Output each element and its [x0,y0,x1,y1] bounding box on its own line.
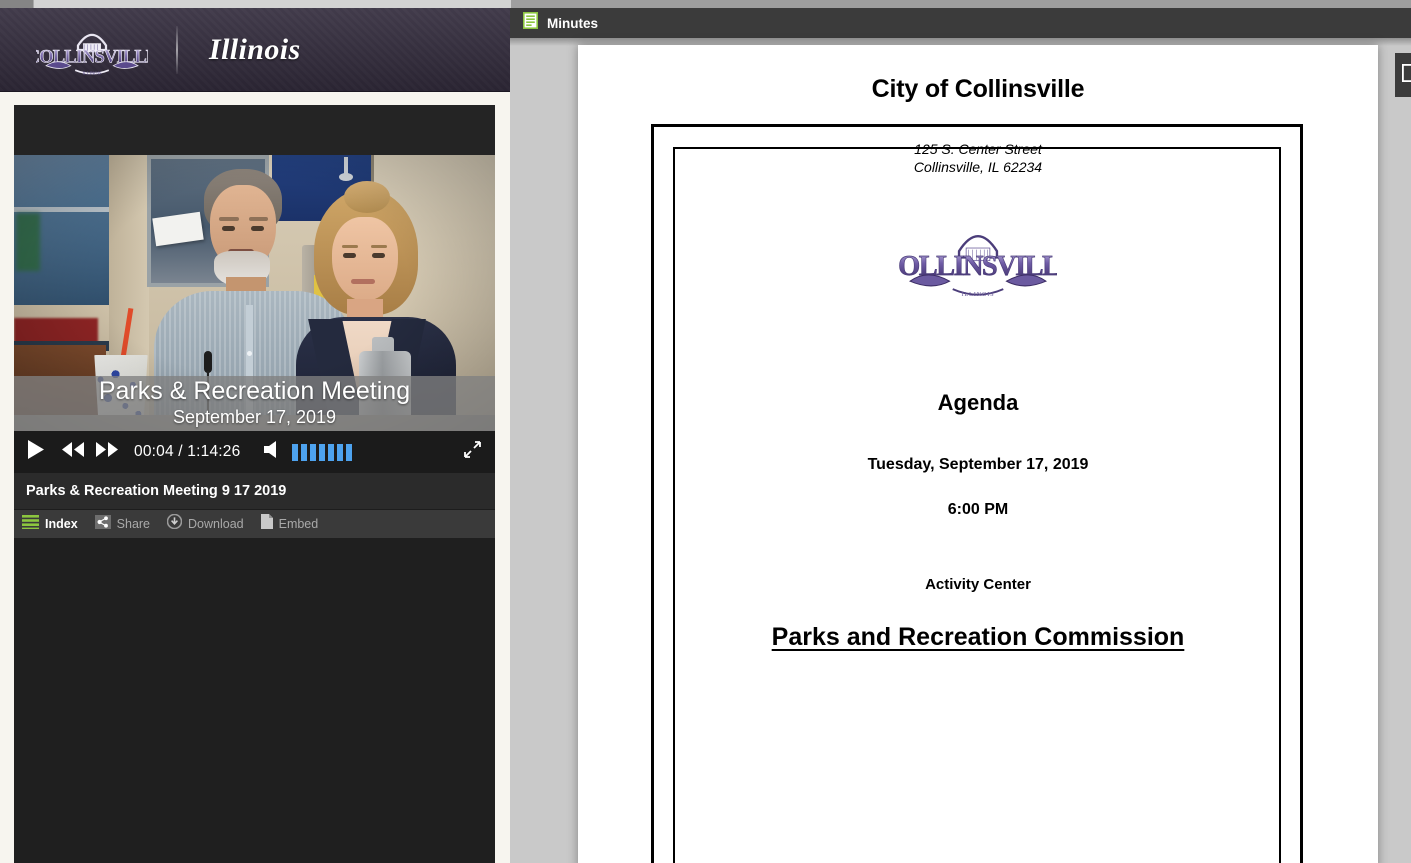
site-column: COLLINSVILLE ILLINOIS Illinois [0,8,510,863]
media-title: Parks & Recreation Meeting 9 17 2019 [26,483,287,499]
rewind-icon [62,442,84,462]
volume-segment [310,443,317,461]
site-header: COLLINSVILLE ILLINOIS Illinois [0,8,510,92]
video-caption-overlay: Parks & Recreation Meeting September 17,… [14,376,495,431]
mute-button[interactable] [256,431,290,473]
site-state-label: Illinois [209,33,301,66]
svg-text:ILLINOIS: ILLINOIS [83,71,102,76]
share-label: Share [116,517,151,531]
collinsville-logo-icon[interactable]: COLLINSVILLE ILLINOIS [26,23,159,77]
share-button[interactable]: Share [94,510,159,538]
app-root: COLLINSVILLE ILLINOIS Illinois [0,0,1411,863]
rewind-button[interactable] [56,431,90,473]
doc-heading: Agenda [937,390,1019,415]
doc-date: Tuesday, September 17, 2019 [867,456,1089,473]
code-page-icon [260,514,273,534]
media-title-bar: Parks & Recreation Meeting 9 17 2019 [14,473,495,510]
page-icon [1401,63,1411,87]
document-viewer-tabbar: Minutes [510,8,1411,38]
speaker-icon [264,441,282,463]
brand-divider [176,26,178,74]
volume-slider[interactable] [292,443,353,461]
doc-body-title: Parks and Recreation Commission [771,623,1185,651]
media-tools-bar: Index Share Download Embed [14,510,495,538]
svg-text:ILLINOIS: ILLINOIS [962,291,995,298]
volume-segment [301,443,308,461]
tab-minutes-label: Minutes [547,15,599,31]
document-viewer-column: Minutes City of Collinsville 125 S. Cent… [510,8,1411,863]
fullscreen-button[interactable] [449,431,495,473]
video-stage[interactable]: Parks & Recreation Meeting September 17,… [14,155,495,431]
fast-forward-button[interactable] [90,431,124,473]
doc-location: Activity Center [925,576,1031,593]
embed-button[interactable]: Embed [260,510,328,538]
doc-time: 6:00 PM [947,501,1009,518]
share-icon [94,514,111,534]
fullscreen-icon [463,441,481,463]
download-icon [166,513,183,534]
volume-segment [328,443,335,461]
video-caption-date: September 17, 2019 [172,407,337,427]
city-seal-logo-icon: COLLINSVILLE ILLINOIS [879,210,1079,368]
site-header-inner: COLLINSVILLE ILLINOIS Illinois [26,8,301,92]
doc-organization: City of Collinsville [871,75,1085,103]
play-button[interactable] [14,431,56,473]
video-caption-title: Parks & Recreation Meeting [98,377,411,405]
browser-page-stub[interactable] [33,0,511,8]
document-icon [523,12,538,34]
media-index-body [14,538,495,863]
doc-address-line2: Collinsville, IL 62234 [913,159,1043,175]
page-view-toggle-button[interactable] [1395,53,1411,97]
index-label: Index [45,517,78,531]
fast-forward-icon [96,442,118,462]
video-top-letterbox [14,105,495,155]
document-content: City of Collinsville 125 S. Center Stree… [578,45,1378,652]
list-icon [22,514,39,534]
play-icon [27,440,44,464]
document-page[interactable]: City of Collinsville 125 S. Center Stree… [578,45,1378,863]
tab-minutes[interactable]: Minutes [523,8,598,38]
volume-segment [337,443,344,461]
embed-label: Embed [278,517,319,531]
media-player-panel: Parks & Recreation Meeting September 17,… [14,105,495,863]
doc-address-line1: 125 S. Center Street [914,141,1042,157]
player-control-bar: 00:04 / 1:14:26 [14,431,495,473]
download-label: Download [188,517,244,531]
index-button[interactable]: Index [22,510,87,538]
volume-segment [346,443,353,461]
volume-segment [319,443,326,461]
browser-chrome-strip [0,0,1411,8]
time-display: 00:04 / 1:14:26 [134,443,241,460]
volume-segment [292,443,299,461]
browser-tab-stub[interactable] [0,0,33,8]
download-button[interactable]: Download [166,510,253,538]
